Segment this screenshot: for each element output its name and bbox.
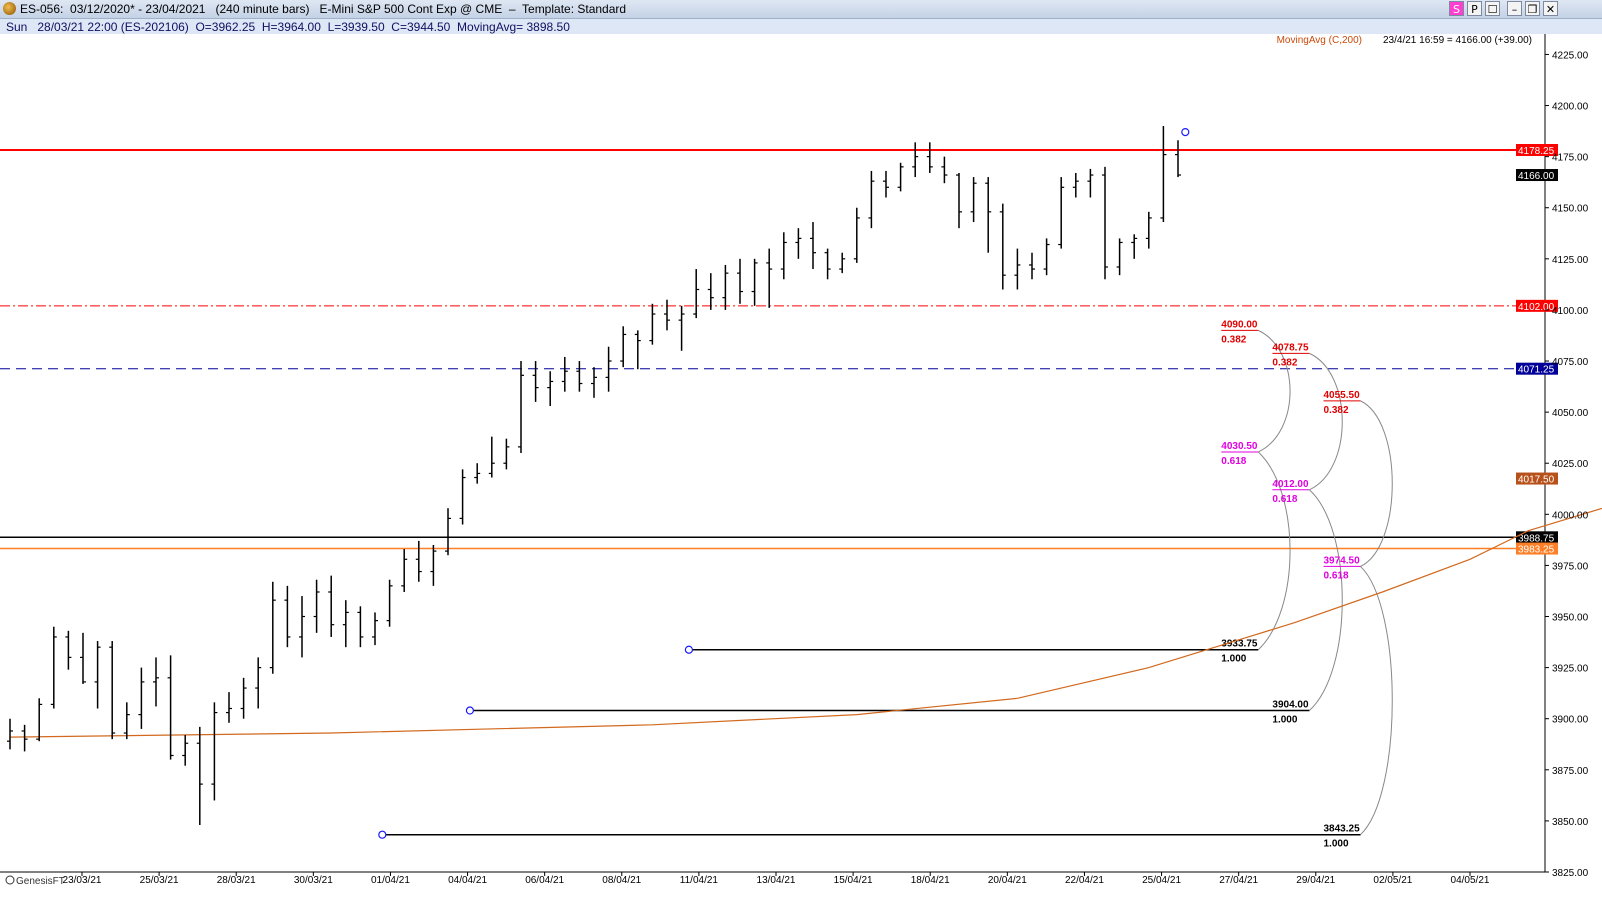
app-icon <box>3 2 16 15</box>
swing-marker <box>684 645 694 654</box>
x-tick-label: 25/04/21 <box>1142 875 1181 886</box>
y-tick-label: 3825.00 <box>1552 868 1589 879</box>
fib-ratio-label: 0.618 <box>1324 570 1349 581</box>
plot-area <box>0 34 1545 872</box>
y-tick-label: 4025.00 <box>1552 459 1589 470</box>
fib-ratio-label: 1.000 <box>1324 839 1349 850</box>
fib-ratio-label: 1.000 <box>1272 715 1297 726</box>
x-tick-label: 22/04/21 <box>1065 875 1104 886</box>
price-tag-label: 4166.00 <box>1518 171 1555 182</box>
swing-marker <box>465 706 474 715</box>
x-tick-label: 29/04/21 <box>1296 875 1335 886</box>
fib-ratio-label: 0.382 <box>1221 334 1246 345</box>
y-tick-label: 3975.00 <box>1552 561 1589 572</box>
title-bar: ES-056: 03/12/2020* - 23/04/2021 (240 mi… <box>0 0 1602 19</box>
x-tick-label: 11/04/21 <box>680 875 719 886</box>
last-price-readout: 23/4/21 16:59 = 4166.00 (+39.00) <box>1383 35 1532 46</box>
indicator-label: MovingAvg (C,200) <box>1277 35 1362 46</box>
price-line-tag-label: 3983.25 <box>1518 545 1555 556</box>
y-tick-label: 4125.00 <box>1552 255 1589 266</box>
fib-level-label: 3843.25 <box>1324 824 1361 835</box>
logo-text: GenesisFT <box>16 876 65 887</box>
fib-level-label: 4078.75 <box>1272 342 1309 353</box>
fib-level-label: 3904.00 <box>1272 700 1309 711</box>
y-tick-label: 3875.00 <box>1552 766 1589 777</box>
bar-info-text: Sun 28/03/21 22:00 (ES-202106) O=3962.25… <box>6 20 570 34</box>
fib-level-label: 4090.00 <box>1221 319 1258 330</box>
x-tick-label: 04/04/21 <box>448 875 487 886</box>
y-tick-label: 3950.00 <box>1552 613 1589 624</box>
fib-level-label: 4055.50 <box>1324 390 1361 401</box>
x-tick-label: 04/05/21 <box>1451 875 1490 886</box>
x-tick-label: 25/03/21 <box>140 875 179 886</box>
y-tick-label: 4225.00 <box>1552 50 1589 61</box>
price-line-tag-label: 4071.25 <box>1518 365 1555 376</box>
s-button[interactable]: S <box>1449 1 1464 16</box>
x-tick-label: 15/04/21 <box>834 875 873 886</box>
p-button[interactable]: P <box>1467 1 1482 16</box>
price-chart[interactable]: 4178.254102.004071.253988.753983.25 4090… <box>0 34 1602 902</box>
x-tick-label: 02/05/21 <box>1373 875 1412 886</box>
fib-ratio-label: 0.382 <box>1272 357 1297 368</box>
y-tick-label: 4200.00 <box>1552 102 1589 113</box>
price-line-tag-label: 4102.00 <box>1518 302 1555 313</box>
y-tick-label: 3925.00 <box>1552 664 1589 675</box>
x-tick-label: 18/04/21 <box>911 875 950 886</box>
y-tick-label: 4000.00 <box>1552 510 1589 521</box>
y-tick-label: 4100.00 <box>1552 306 1589 317</box>
close-button[interactable]: ✕ <box>1543 1 1558 16</box>
x-tick-label: 27/04/21 <box>1219 875 1258 886</box>
x-tick-label: 28/03/21 <box>217 875 256 886</box>
fib-ratio-label: 1.000 <box>1221 654 1246 665</box>
restore-button[interactable]: ❐ <box>1525 1 1540 16</box>
fib-level-label: 4012.00 <box>1272 479 1309 490</box>
fib-level-label: 3974.50 <box>1324 555 1361 566</box>
x-tick-label: 08/04/21 <box>602 875 641 886</box>
x-tick-label: 13/04/21 <box>757 875 796 886</box>
price-tag-label: 4017.50 <box>1518 475 1555 486</box>
y-tick-label: 4175.00 <box>1552 153 1589 164</box>
link-button[interactable]: ☐ <box>1485 1 1500 16</box>
x-tick-label: 01/04/21 <box>371 875 410 886</box>
window-title: ES-056: 03/12/2020* - 23/04/2021 (240 mi… <box>20 2 627 16</box>
info-bar: Sun 28/03/21 22:00 (ES-202106) O=3962.25… <box>0 19 1602 34</box>
y-tick-label: 4050.00 <box>1552 408 1589 419</box>
x-tick-label: 23/03/21 <box>63 875 102 886</box>
x-tick-label: 06/04/21 <box>525 875 564 886</box>
logo-icon <box>5 875 15 885</box>
fib-level-label: 4030.50 <box>1221 441 1258 452</box>
price-line-tag-label: 4178.25 <box>1518 146 1555 157</box>
x-tick-label: 30/03/21 <box>294 875 333 886</box>
fib-ratio-label: 0.618 <box>1272 494 1297 505</box>
y-tick-label: 4150.00 <box>1552 204 1589 215</box>
x-tick-label: 20/04/21 <box>988 875 1027 886</box>
fib-ratio-label: 0.618 <box>1221 456 1246 467</box>
y-tick-label: 3900.00 <box>1552 715 1589 726</box>
minimize-button[interactable]: – <box>1507 1 1522 16</box>
y-tick-label: 4075.00 <box>1552 357 1589 368</box>
fib-ratio-label: 0.382 <box>1324 405 1349 416</box>
swing-marker <box>378 830 387 839</box>
swing-marker <box>1181 128 1190 137</box>
y-tick-label: 3850.00 <box>1552 817 1589 828</box>
fib-level-label: 3933.75 <box>1221 639 1258 650</box>
logo: GenesisFT <box>5 875 65 887</box>
